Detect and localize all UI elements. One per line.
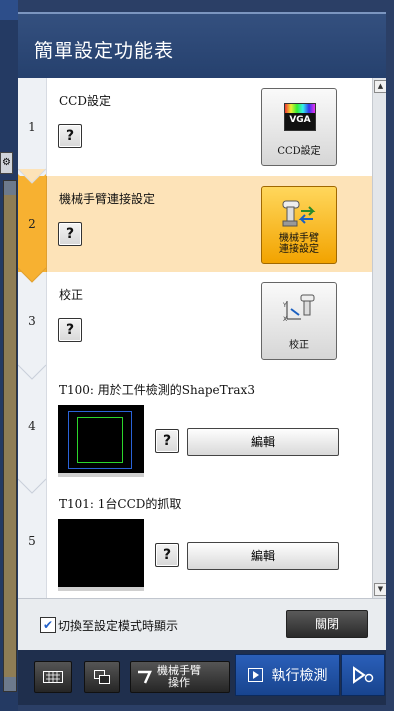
bottom-toolbar: 機械手臂 操作 執行檢測 [18, 650, 386, 705]
step-label: CCD設定 [59, 94, 111, 108]
steps-list: 1 CCD設定 ? VGA CCD設定 2 機械手臂連接設定 ? 機械手臂 連接… [18, 78, 386, 598]
window-icon [94, 670, 110, 684]
help-button[interactable]: ? [155, 429, 179, 453]
panel-title: 簡單設定功能表 [34, 40, 175, 62]
keyboard-button[interactable] [34, 661, 72, 693]
t101-edit-button[interactable]: 編輯 [187, 542, 339, 570]
run-inspection-button[interactable]: 執行檢測 [235, 654, 340, 696]
close-button[interactable]: 關閉 [286, 610, 368, 638]
help-button[interactable]: ? [58, 124, 82, 148]
vga-icon: VGA [284, 103, 316, 131]
panel-header: 簡單設定功能表 [18, 12, 386, 80]
robot-op-line2: 操作 [168, 676, 190, 689]
robot-connection-button-label: 機械手臂 連接設定 [262, 233, 336, 255]
step-label: T100: 用於工件檢測的ShapeTrax3 [59, 383, 255, 397]
side-scroll-down[interactable] [4, 677, 16, 691]
show-on-setup-checkbox[interactable]: ✔ [40, 617, 56, 633]
run-settings-button[interactable] [341, 654, 385, 696]
run-settings-icon [353, 666, 374, 684]
step-label: 校正 [59, 288, 84, 302]
t101-preview-image[interactable] [58, 519, 144, 591]
simple-setup-panel: 簡單設定功能表 1 CCD設定 ? VGA CCD設定 2 機械手臂連接設定 ? [18, 12, 386, 705]
scroll-up-arrow[interactable]: ▲ [374, 80, 386, 93]
right-edge [386, 0, 394, 711]
play-icon [247, 668, 263, 682]
label-line1: 機械手臂 [279, 233, 319, 244]
robot-operation-button[interactable]: 機械手臂 操作 [130, 661, 230, 693]
step-ccd-setup: 1 CCD設定 ? VGA CCD設定 [18, 78, 373, 177]
calibration-button[interactable]: Y X 校正 [261, 282, 337, 360]
run-inspection-label: 執行檢測 [271, 668, 328, 684]
background-side-strip: ⚙ [0, 0, 18, 711]
step-label: T101: 1台CCD的抓取 [59, 497, 182, 511]
step-chevrons [18, 168, 46, 494]
side-tool-icon[interactable]: ⚙ [0, 152, 13, 174]
t100-preview-image[interactable] [58, 405, 144, 477]
side-strip-cap [0, 0, 18, 20]
window-button[interactable] [84, 661, 120, 693]
robot-operation-icon [138, 670, 152, 684]
step-t100: 4 T100: 用於工件檢測的ShapeTrax3 ? 編輯 [18, 369, 373, 484]
step-robot-connection: 2 機械手臂連接設定 ? 機械手臂 連接設定 [18, 176, 373, 273]
robot-link-icon [282, 200, 316, 227]
step-label: 機械手臂連接設定 [59, 192, 156, 206]
ccd-setup-button-label: CCD設定 [277, 146, 321, 157]
label-line2: 連接設定 [279, 244, 319, 255]
svg-text:Y: Y [282, 302, 287, 309]
show-on-setup-label: 切換至設定模式時顯示 [58, 619, 179, 633]
step-t101: 5 T101: 1台CCD的抓取 ? 編輯 [18, 483, 373, 598]
vga-badge: VGA [289, 115, 311, 125]
options-row: ✔ 切換至設定模式時顯示 關閉 [18, 598, 386, 651]
help-button[interactable]: ? [155, 543, 179, 567]
help-button[interactable]: ? [58, 222, 82, 246]
ccd-setup-button[interactable]: VGA CCD設定 [261, 88, 337, 166]
calibration-icon: Y X [282, 294, 315, 323]
t100-edit-button[interactable]: 編輯 [187, 428, 339, 456]
keyboard-icon [43, 671, 63, 683]
list-scrollbar[interactable]: ▲ ▼ [372, 78, 386, 598]
scroll-down-arrow[interactable]: ▼ [374, 583, 386, 596]
step-calibration: 3 校正 ? Y X 校正 [18, 272, 373, 370]
side-scrollbar[interactable] [3, 180, 17, 692]
svg-text:X: X [283, 316, 287, 323]
model-area-outline [77, 417, 123, 463]
help-button[interactable]: ? [58, 318, 82, 342]
calibration-button-label: 校正 [289, 340, 309, 351]
side-scroll-up[interactable] [4, 181, 16, 195]
robot-connection-button[interactable]: 機械手臂 連接設定 [261, 186, 337, 264]
